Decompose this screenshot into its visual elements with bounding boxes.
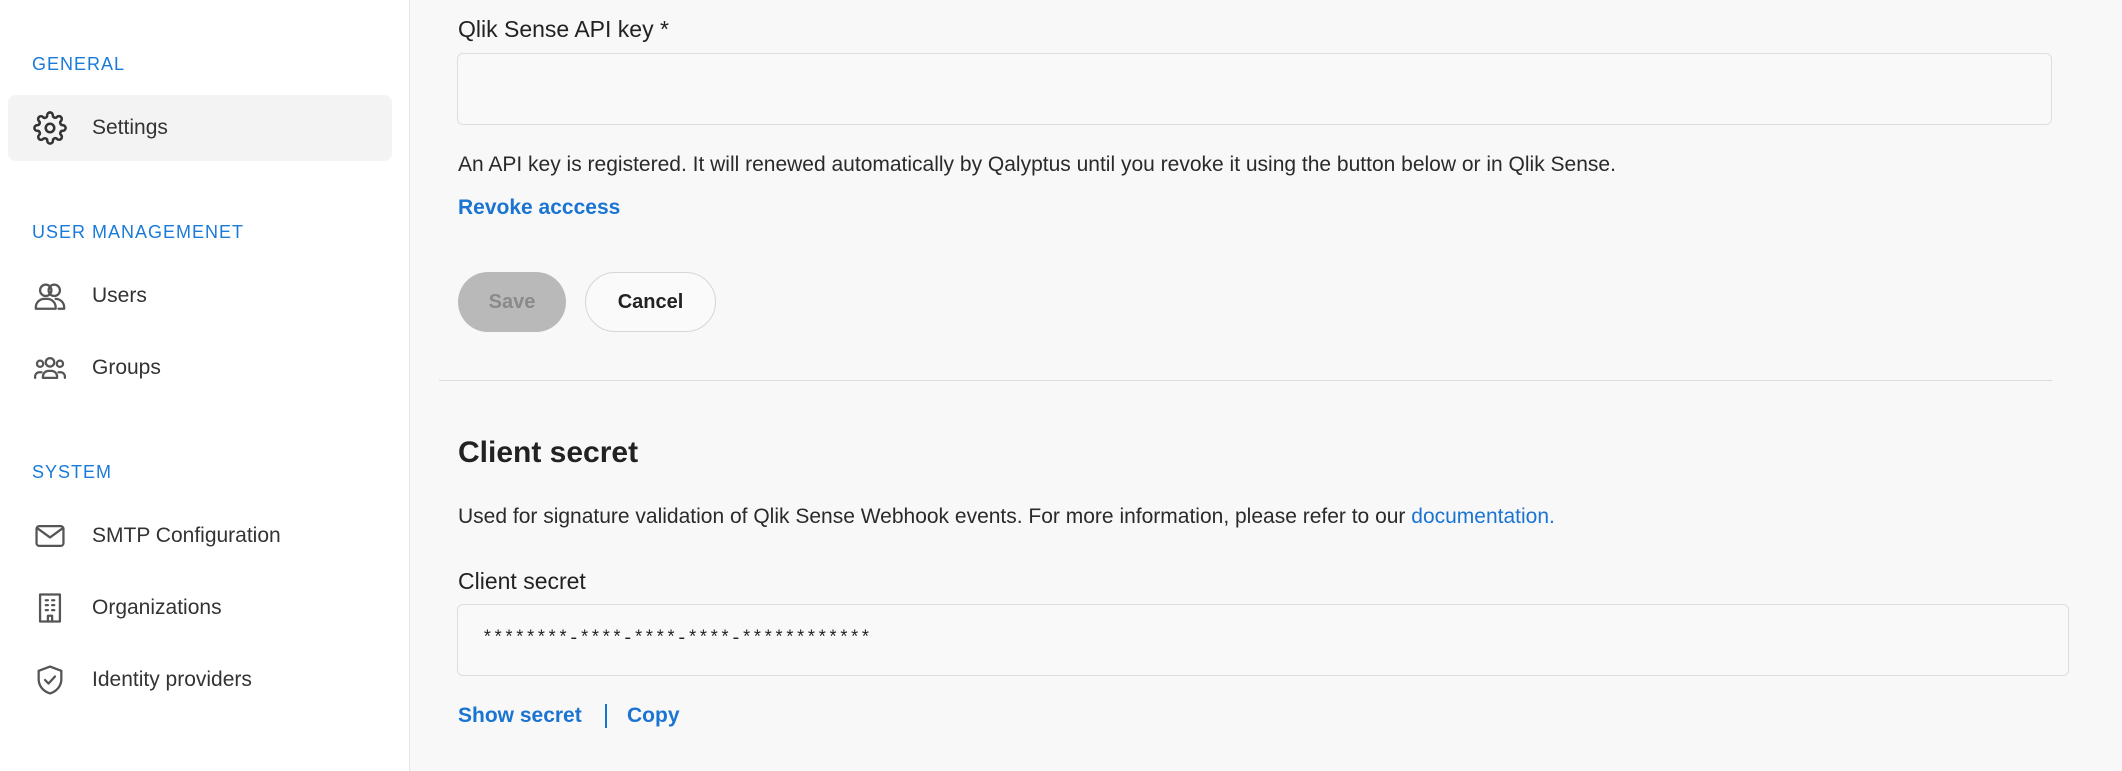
sidebar-item-users[interactable]: Users	[8, 263, 392, 329]
client-secret-heading: Client secret	[458, 436, 639, 469]
api-key-label: Qlik Sense API key *	[458, 16, 669, 42]
client-secret-value: ********-****-****-****-************	[482, 629, 871, 649]
sidebar-item-organizations[interactable]: Organizations	[8, 575, 392, 641]
client-secret-field[interactable]: ********-****-****-****-************	[457, 604, 2069, 676]
main-content: Qlik Sense API key * An API key is regis…	[410, 0, 2122, 771]
client-secret-label: Client secret	[458, 568, 586, 594]
shield-icon	[32, 662, 68, 698]
sidebar-section-system: SYSTEM	[32, 462, 113, 482]
sidebar-item-groups[interactable]: Groups	[8, 335, 392, 401]
link-separator	[605, 704, 607, 728]
sidebar-item-label: Settings	[92, 116, 168, 139]
sidebar-item-label: SMTP Configuration	[92, 524, 281, 547]
description-text: Used for signature validation of Qlik Se…	[458, 505, 1412, 528]
groups-icon	[32, 350, 68, 386]
sidebar-item-label: Users	[92, 284, 147, 307]
copy-link[interactable]: Copy	[627, 704, 680, 728]
save-button[interactable]: Save	[458, 272, 566, 332]
mail-icon	[32, 518, 68, 554]
sidebar-item-settings[interactable]: Settings	[8, 95, 392, 161]
users-icon	[32, 278, 68, 314]
api-key-info: An API key is registered. It will renewe…	[458, 153, 1616, 176]
sidebar-section-user-management: USER MANAGEMENET	[32, 222, 245, 242]
sidebar-item-label: Organizations	[92, 596, 222, 619]
sidebar-item-smtp[interactable]: SMTP Configuration	[8, 503, 392, 569]
sidebar-item-label: Identity providers	[92, 668, 252, 691]
section-divider	[439, 380, 2052, 381]
sidebar-section-general: GENERAL	[32, 54, 126, 74]
sidebar-item-label: Groups	[92, 356, 161, 379]
sidebar: GENERAL Settings USER MANAGEMENET Users …	[0, 0, 410, 771]
sidebar-item-identity-providers[interactable]: Identity providers	[8, 647, 392, 713]
building-icon	[32, 590, 68, 626]
client-secret-description: Used for signature validation of Qlik Se…	[458, 505, 1555, 529]
documentation-link[interactable]: documentation.	[1411, 505, 1555, 528]
api-key-input[interactable]	[457, 53, 2052, 125]
gear-icon	[32, 110, 68, 146]
revoke-access-link[interactable]: Revoke acccess	[458, 196, 620, 220]
show-secret-link[interactable]: Show secret	[458, 704, 582, 728]
app: GENERAL Settings USER MANAGEMENET Users …	[0, 0, 2122, 771]
cancel-button[interactable]: Cancel	[585, 272, 716, 332]
